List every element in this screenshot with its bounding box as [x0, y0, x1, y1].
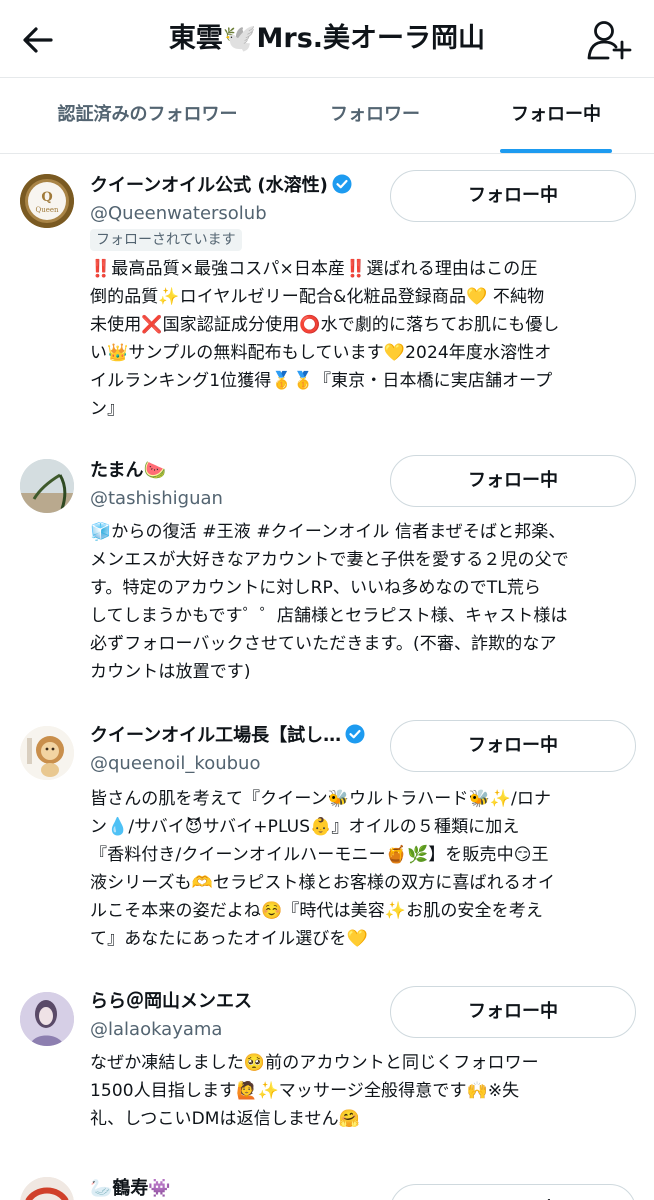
user-name: クイーンオイル工場長【試し… [90, 725, 342, 746]
person-plus-icon[interactable] [586, 18, 632, 62]
bird-photo-icon [20, 1177, 74, 1200]
user-handle: @tashishiguan [90, 488, 223, 509]
page-title: 東雲🕊️Mrs.美オーラ岡山 [168, 23, 486, 54]
following-button[interactable]: フォロー中 [390, 170, 636, 222]
header-divider [0, 77, 654, 78]
following-button[interactable]: フォロー中 [390, 720, 636, 772]
user-handle: @queenoil_koubuo [90, 753, 261, 774]
lion-mascot-icon [20, 726, 74, 780]
person-photo-icon [20, 992, 74, 1046]
follows-you-badge: フォローされています [90, 229, 242, 251]
user-cell[interactable]: たまん🍉 @tashishiguan フォロー中 🧊からの復活 #王液 #クイー… [0, 455, 654, 696]
tab-following[interactable]: フォロー中 [480, 79, 632, 153]
user-handle: @lalaokayama [90, 1019, 223, 1040]
display-name[interactable]: クイーンオイル工場長【試し… [90, 721, 365, 751]
user-bio: ‼️最高品質×最強コスパ×日本産‼️選ばれる理由はこの圧 倒的品質✨ロイヤルゼリ… [90, 259, 560, 419]
tab-followers[interactable]: フォロワー [300, 79, 450, 153]
avatar[interactable] [20, 726, 74, 780]
user-cell[interactable]: クイーンオイル工場長【試し… @queenoil_koubuo フォロー中 皆さ… [0, 720, 654, 971]
following-button[interactable]: フォロー中 [390, 986, 636, 1038]
svg-text:Queen: Queen [35, 206, 59, 214]
user-cell[interactable]: らら＠岡山メンエス @lalaokayama フォロー中 なぜか凍結しました🥺前… [0, 986, 654, 1147]
avatar[interactable] [20, 992, 74, 1046]
tab-verified-followers[interactable]: 認証済みのフォロワー [30, 79, 265, 153]
arrow-left-icon[interactable] [18, 20, 58, 60]
user-bio: 🧊からの復活 #王液 #クイーンオイル 信者まぜそばと邦楽、 メンエスが大好きな… [90, 522, 569, 682]
following-button[interactable]: フォロー中 [390, 455, 636, 507]
verified-badge-icon [332, 174, 352, 194]
queen-oil-logo-icon: Q Queen [20, 174, 74, 228]
plant-photo-icon [20, 459, 74, 513]
user-bio: なぜか凍結しました🥺前のアカウントと同じくフォロワー 1500人目指します🙋✨マ… [90, 1053, 539, 1129]
display-name[interactable]: たまん🍉 [90, 456, 166, 486]
tab-bar: 認証済みのフォロワー フォロワー フォロー中 [0, 79, 654, 153]
display-name[interactable]: 🦢鶴寿👾 [90, 1174, 171, 1200]
display-name[interactable]: クイーンオイル公式 (水溶性) [90, 171, 352, 201]
avatar[interactable] [20, 1177, 74, 1200]
user-cell[interactable]: Q Queen クイーンオイル公式 (水溶性) @Queenwatersolub… [0, 170, 654, 441]
user-name: らら＠岡山メンエス [90, 991, 252, 1012]
svg-text:Q: Q [41, 190, 52, 205]
avatar[interactable] [20, 459, 74, 513]
user-name: たまん🍉 [90, 460, 166, 481]
user-name: クイーンオイル公式 (水溶性) [90, 175, 328, 196]
avatar[interactable]: Q Queen [20, 174, 74, 228]
tabs-divider [0, 153, 654, 154]
display-name[interactable]: らら＠岡山メンエス [90, 987, 252, 1017]
user-cell[interactable]: 🦢鶴寿👾 フォロー中 [0, 1172, 654, 1200]
user-bio: 皆さんの肌を考えて『クイーン🐝ウルトラハード🐝✨/ロナ ン💧/サバイ😈サバイ+P… [90, 789, 556, 949]
verified-badge-icon [345, 724, 365, 744]
top-app-bar: 東雲🕊️Mrs.美オーラ岡山 [0, 0, 654, 78]
user-handle: @Queenwatersolub [90, 203, 267, 224]
following-button[interactable]: フォロー中 [390, 1184, 636, 1200]
user-name: 🦢鶴寿👾 [90, 1178, 171, 1199]
